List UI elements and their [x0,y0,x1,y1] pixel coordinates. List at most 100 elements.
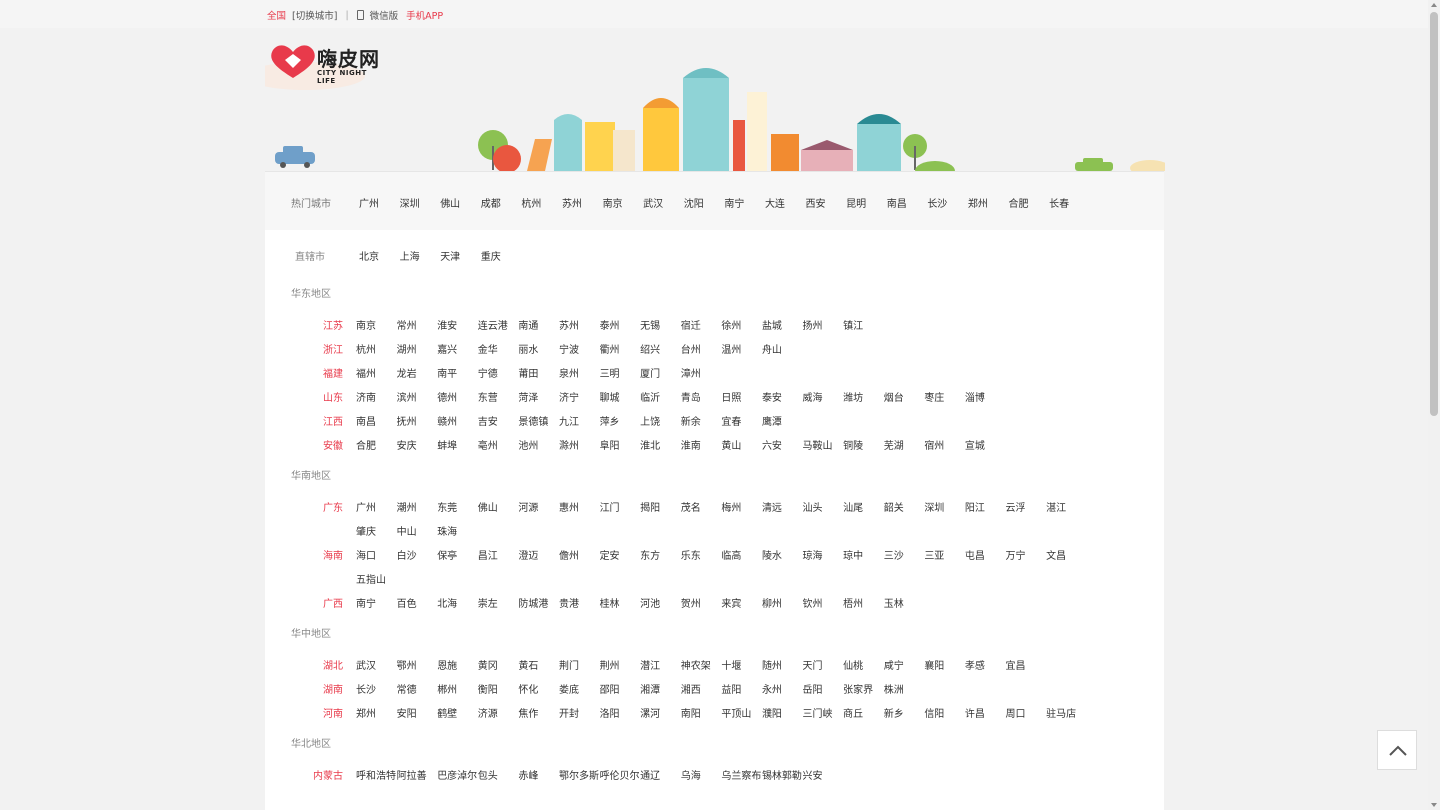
city-link[interactable]: 厦门 [640,365,681,389]
city-link[interactable]: 惠州 [559,499,600,523]
city-link[interactable]: 福州 [356,365,397,389]
city-link[interactable]: 深圳 [400,195,441,210]
city-link[interactable]: 六安 [762,437,803,461]
city-link[interactable]: 南京 [356,317,397,341]
city-link[interactable]: 襄阳 [924,657,965,681]
city-link[interactable]: 三明 [600,365,641,389]
city-link[interactable]: 汕尾 [843,499,884,523]
city-link[interactable]: 池州 [518,437,559,461]
city-link[interactable]: 昆明 [846,195,887,210]
city-link[interactable]: 泰州 [600,317,641,341]
city-link[interactable]: 神农架 [681,657,722,681]
city-link[interactable]: 丽水 [518,341,559,365]
national-link[interactable]: 全国 [267,8,286,22]
city-link[interactable]: 马鞍山 [803,437,844,461]
province-link[interactable]: 湖南 [323,681,343,696]
city-link[interactable]: 三亚 [924,547,965,571]
city-link[interactable]: 绍兴 [640,341,681,365]
province-link[interactable]: 湖北 [323,657,343,672]
city-link[interactable]: 南昌 [887,195,928,210]
city-link[interactable]: 蚌埠 [437,437,478,461]
city-link[interactable]: 赣州 [437,413,478,437]
city-link[interactable]: 平顶山 [721,705,762,729]
wechat-link[interactable]: 微信版 [370,8,399,22]
city-link[interactable]: 衢州 [600,341,641,365]
city-link[interactable]: 珠海 [437,523,478,547]
city-link[interactable]: 南平 [437,365,478,389]
city-link[interactable]: 东莞 [437,499,478,523]
city-link[interactable]: 淮南 [681,437,722,461]
city-link[interactable]: 株洲 [884,681,925,705]
city-link[interactable]: 成都 [481,195,522,210]
city-link[interactable]: 儋州 [559,547,600,571]
city-link[interactable]: 包头 [478,767,519,791]
city-link[interactable]: 肇庆 [356,523,397,547]
city-link[interactable]: 柳州 [762,595,803,619]
city-link[interactable]: 沈阳 [684,195,725,210]
city-link[interactable]: 琼中 [843,547,884,571]
city-link[interactable]: 淄博 [965,389,1006,413]
city-link[interactable]: 长沙 [927,195,968,210]
city-link[interactable]: 日照 [721,389,762,413]
city-link[interactable]: 定安 [600,547,641,571]
city-link[interactable]: 新余 [681,413,722,437]
city-link[interactable]: 清远 [762,499,803,523]
province-link[interactable]: 海南 [323,547,343,562]
city-link[interactable]: 景德镇 [518,413,559,437]
scrollbar-thumb[interactable] [1430,12,1438,416]
city-link[interactable]: 常州 [397,317,438,341]
city-link[interactable]: 北海 [437,595,478,619]
city-link[interactable]: 徐州 [721,317,762,341]
city-link[interactable]: 郴州 [437,681,478,705]
city-link[interactable]: 呼和浩特 [356,767,397,791]
province-link[interactable]: 江西 [323,413,343,428]
city-link[interactable]: 东营 [478,389,519,413]
city-link[interactable]: 佛山 [440,195,481,210]
city-link[interactable]: 亳州 [478,437,519,461]
city-link[interactable]: 茂名 [681,499,722,523]
province-link[interactable]: 福建 [323,365,343,380]
province-link[interactable]: 浙江 [323,341,343,356]
city-link[interactable]: 常德 [397,681,438,705]
city-link[interactable]: 乌海 [681,767,722,791]
city-link[interactable]: 信阳 [924,705,965,729]
city-link[interactable]: 三沙 [884,547,925,571]
city-link[interactable]: 海口 [356,547,397,571]
city-link[interactable]: 德州 [437,389,478,413]
city-link[interactable]: 烟台 [884,389,925,413]
city-link[interactable]: 青岛 [681,389,722,413]
city-link[interactable]: 天门 [803,657,844,681]
city-link[interactable]: 中山 [397,523,438,547]
city-link[interactable]: 澄迈 [518,547,559,571]
city-link[interactable]: 济宁 [559,389,600,413]
city-link[interactable]: 聊城 [600,389,641,413]
city-link[interactable]: 贵港 [559,595,600,619]
city-link[interactable]: 泉州 [559,365,600,389]
city-link[interactable]: 重庆 [481,248,522,263]
city-link[interactable]: 揭阳 [640,499,681,523]
city-link[interactable]: 湘西 [681,681,722,705]
city-link[interactable]: 江门 [600,499,641,523]
city-link[interactable]: 梅州 [721,499,762,523]
city-link[interactable]: 衡阳 [478,681,519,705]
city-link[interactable]: 广州 [356,499,397,523]
city-link[interactable]: 滨州 [397,389,438,413]
scroll-up-icon[interactable] [1431,3,1437,7]
city-link[interactable]: 南阳 [681,705,722,729]
city-link[interactable]: 新乡 [884,705,925,729]
city-link[interactable]: 长春 [1049,195,1090,210]
city-link[interactable]: 开封 [559,705,600,729]
switch-city-link[interactable]: [切换城市] [292,8,337,22]
city-link[interactable]: 深圳 [924,499,965,523]
city-link[interactable]: 苏州 [559,317,600,341]
city-link[interactable]: 济源 [478,705,519,729]
city-link[interactable]: 潮州 [397,499,438,523]
city-link[interactable]: 汕头 [803,499,844,523]
city-link[interactable]: 兴安 [803,767,844,791]
city-link[interactable]: 怀化 [518,681,559,705]
city-link[interactable]: 台州 [681,341,722,365]
city-link[interactable]: 临高 [721,547,762,571]
city-link[interactable]: 永州 [762,681,803,705]
city-link[interactable]: 湖州 [397,341,438,365]
mobile-app-link[interactable]: 手机APP [406,8,443,22]
